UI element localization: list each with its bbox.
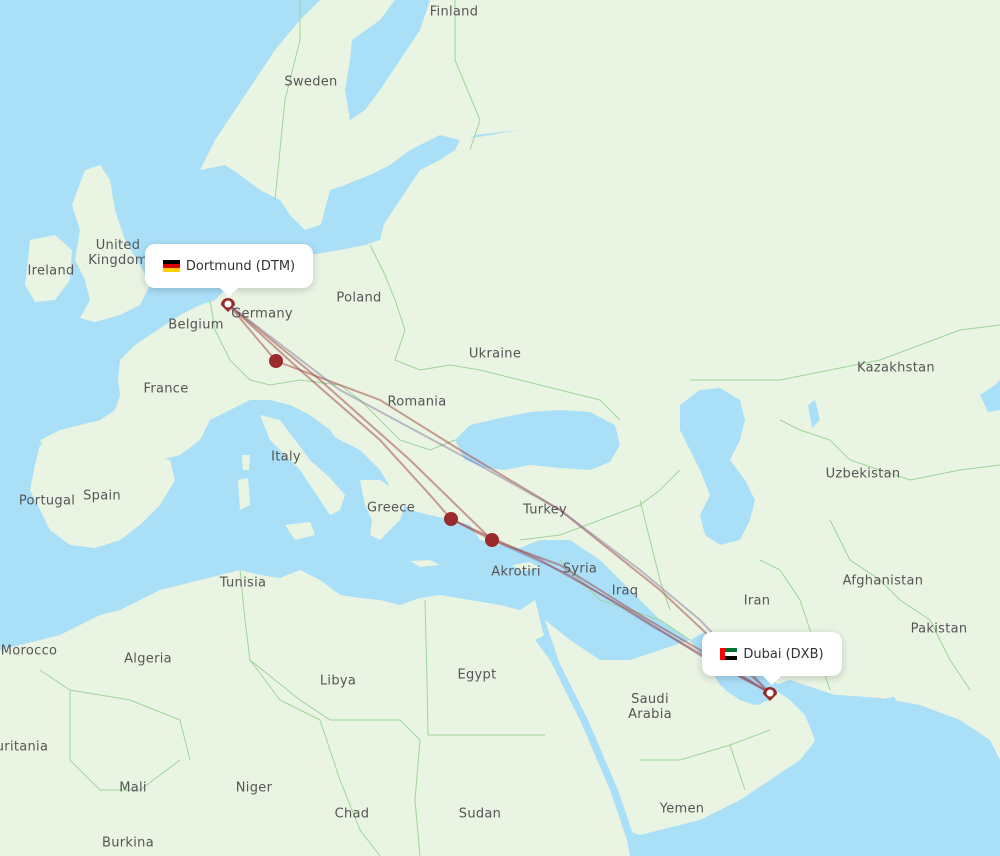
label-spain: Spain	[83, 488, 121, 504]
stopover-marker-antalya[interactable]	[485, 533, 499, 547]
label-niger: Niger	[235, 780, 273, 796]
label-mali: Mali	[119, 780, 147, 796]
label-saudi-arabia: Saudi Arabia	[628, 692, 672, 722]
route-dtm-dxb-direct	[227, 303, 771, 694]
label-mauritania: uritania	[0, 739, 49, 755]
stopover-marker-munich[interactable]	[269, 354, 283, 368]
label-afghanistan: Afghanistan	[842, 573, 924, 589]
route-munich-dxb	[275, 360, 771, 694]
label-germany: Germany	[231, 306, 293, 322]
uae-flag-icon	[720, 648, 738, 660]
stopover-marker-izmir[interactable]	[444, 512, 458, 526]
label-france: France	[143, 381, 189, 397]
origin-airport-callout[interactable]: Dortmund (DTM)	[145, 244, 313, 297]
label-romania: Romania	[387, 394, 447, 410]
label-algeria: Algeria	[124, 651, 172, 667]
label-italy: Italy	[271, 449, 301, 465]
label-akrotiri: Akrotiri	[491, 564, 541, 580]
label-uzbekistan: Uzbekistan	[825, 466, 901, 482]
label-libya: Libya	[319, 673, 357, 689]
destination-airport-callout[interactable]: Dubai (DXB)	[702, 632, 842, 685]
label-pakistan: Pakistan	[910, 621, 968, 637]
label-portugal: Portugal	[18, 493, 76, 509]
label-ireland: Ireland	[27, 263, 75, 279]
label-tunisia: Tunisia	[219, 575, 267, 591]
label-ukraine: Ukraine	[468, 346, 522, 362]
label-united-kingdom: United Kingdom	[88, 238, 148, 268]
label-greece: Greece	[366, 500, 416, 516]
label-yemen: Yemen	[659, 801, 705, 817]
destination-airport-label: Dubai (DXB)	[743, 646, 824, 662]
label-finland: Finland	[429, 4, 479, 20]
label-iran: Iran	[743, 593, 771, 609]
label-belgium: Belgium	[168, 317, 224, 333]
route-layer	[221, 298, 777, 701]
label-iraq: Iraq	[611, 583, 639, 599]
route-dtm-izmir	[227, 303, 452, 520]
label-burkina: Burkina	[102, 835, 154, 851]
germany-flag-icon	[162, 260, 180, 272]
label-sweden: Sweden	[284, 74, 338, 90]
label-syria: Syria	[562, 561, 598, 577]
label-morocco: Morocco	[0, 643, 58, 659]
label-turkey: Turkey	[522, 502, 568, 518]
label-egypt: Egypt	[457, 667, 497, 683]
destination-pin-icon[interactable]	[763, 687, 777, 701]
label-kazakhstan: Kazakhstan	[857, 360, 935, 376]
flight-route-map[interactable]: Finland Sweden United Kingdom Ireland Po…	[0, 0, 1000, 856]
origin-airport-label: Dortmund (DTM)	[185, 258, 296, 274]
label-chad: Chad	[334, 806, 370, 822]
label-sudan: Sudan	[458, 806, 502, 822]
label-poland: Poland	[336, 290, 382, 306]
